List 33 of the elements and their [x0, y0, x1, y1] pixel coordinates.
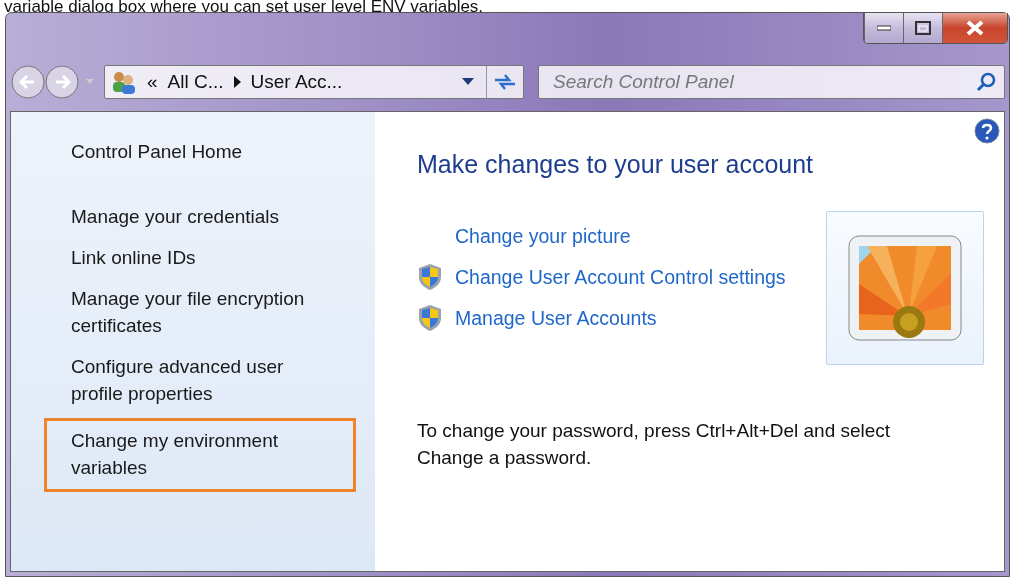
- address-bar[interactable]: « All C... User Acc...: [104, 65, 524, 99]
- close-button[interactable]: [942, 13, 1007, 43]
- dropdown-icon[interactable]: [462, 78, 474, 86]
- minimize-icon: [877, 25, 891, 31]
- task-link[interactable]: Change User Account Control settings: [455, 265, 786, 289]
- sidebar-link[interactable]: Change my environment variables: [47, 421, 353, 489]
- password-note: To change your password, press Ctrl+Alt+Del and select Change a password.: [417, 419, 892, 470]
- forward-button[interactable]: [44, 64, 80, 100]
- close-icon: [966, 20, 984, 36]
- task-link[interactable]: Manage User Accounts: [455, 306, 657, 330]
- breadcrumb[interactable]: All C...: [167, 71, 224, 93]
- page-heading: Make changes to your user account: [417, 150, 815, 179]
- task-link[interactable]: Change your picture: [455, 224, 631, 248]
- overflow-chevron[interactable]: «: [147, 71, 158, 93]
- refresh-icon[interactable]: [493, 72, 517, 92]
- shield-icon: [417, 304, 443, 332]
- users-icon: [111, 70, 137, 94]
- sidebar-link[interactable]: Manage your credentials: [71, 203, 336, 230]
- help-icon[interactable]: [974, 118, 1000, 144]
- search-field[interactable]: Search Control Panel: [551, 70, 976, 94]
- maximize-button[interactable]: [903, 13, 942, 43]
- minimize-button[interactable]: [864, 13, 903, 43]
- breadcrumb-arrow-icon[interactable]: [233, 76, 241, 88]
- search-icon[interactable]: [976, 72, 996, 92]
- sidebar-link[interactable]: Link online IDs: [71, 244, 336, 271]
- sidebar-link[interactable]: Control Panel Home: [71, 138, 336, 165]
- breadcrumb[interactable]: User Acc...: [250, 71, 343, 93]
- search-bar[interactable]: Search Control Panel: [538, 65, 1005, 99]
- sidebar-link[interactable]: Manage your file encryption certificates: [71, 285, 336, 339]
- maximize-icon: [915, 21, 931, 35]
- sidebar-link[interactable]: Configure advanced user profile properties: [71, 353, 336, 407]
- back-button[interactable]: [10, 64, 46, 100]
- shield-icon: [417, 263, 443, 291]
